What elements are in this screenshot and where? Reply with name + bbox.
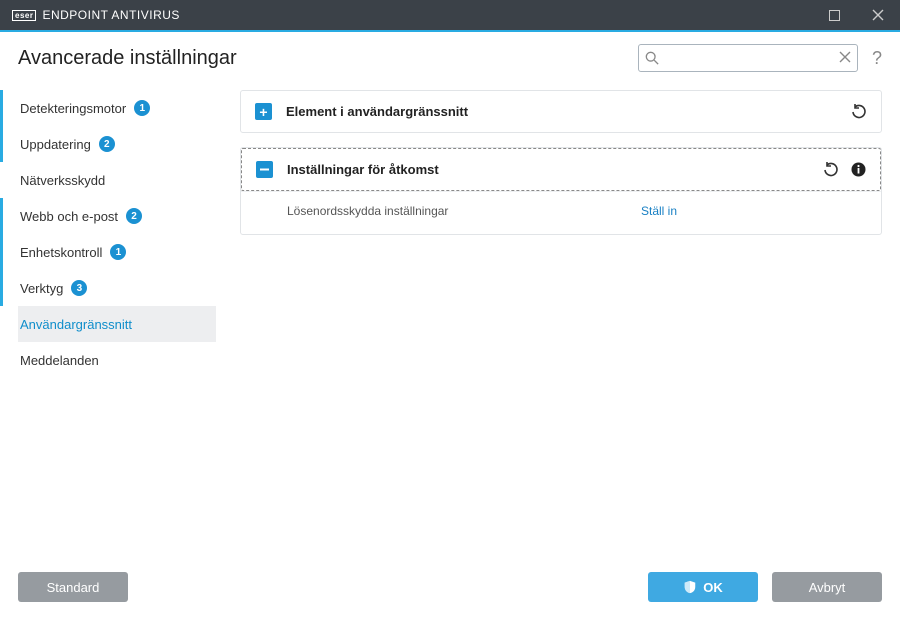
sidebar: Detekteringsmotor 1 Uppdatering 2 Nätverkssk… [18,80,216,578]
close-button[interactable] [856,0,900,30]
window-titlebar: eser ENDPOINT ANTIVIRUS [0,0,900,30]
sidebar-item-6[interactable]: Användargränssnitt [18,306,216,342]
sidebar-item-label: Webb och e-post [20,209,118,224]
sidebar-item-label: Nätverksskydd [20,173,105,188]
shield-icon [683,580,697,594]
panel-access-header[interactable]: Inställningar för åtkomst [241,148,881,191]
sidebar-badge: 1 [134,100,150,116]
default-button[interactable]: Standard [18,572,128,602]
main-content: + Element i användargränssnitt Inställni… [216,80,882,578]
sidebar-item-label: Användargränssnitt [20,317,132,332]
sidebar-item-4[interactable]: Enhetskontroll 1 [18,234,216,270]
ok-label: OK [703,580,723,595]
panel-access-title: Inställningar för åtkomst [287,162,823,177]
search-input[interactable] [659,51,839,65]
sidebar-item-label: Uppdatering [20,137,91,152]
maximize-button[interactable] [812,0,856,30]
sidebar-item-label: Meddelanden [20,353,99,368]
panel-ui-elements-header[interactable]: + Element i användargränssnitt [241,91,881,132]
revert-icon [851,104,867,120]
sidebar-item-1[interactable]: Uppdatering 2 [18,126,216,162]
sidebar-item-5[interactable]: Verktyg 3 [18,270,216,306]
sidebar-badge: 2 [126,208,142,224]
search-icon [645,51,659,65]
revert-button[interactable] [823,162,839,178]
sidebar-item-label: Detekteringsmotor [20,101,126,116]
info-button[interactable] [851,162,866,177]
page-title: Avancerade inställningar [18,47,237,70]
info-icon [851,162,866,177]
collapse-icon [256,161,273,178]
clear-search-icon[interactable] [839,50,851,67]
panel-access-body: Lösenordsskydda inställningar Ställ in [241,191,881,234]
sidebar-item-7[interactable]: Meddelanden [18,342,216,378]
panel-access-settings: Inställningar för åtkomst Lösenordsskydd… [240,147,882,235]
brand-box: eser [12,10,36,21]
ok-button[interactable]: OK [648,572,758,602]
close-icon [872,9,884,21]
revert-icon [823,162,839,178]
password-set-link[interactable]: Ställ in [641,204,677,218]
panel-ui-elements-title: Element i användargränssnitt [286,104,851,119]
help-button[interactable]: ? [872,48,882,69]
sidebar-badge: 3 [71,280,87,296]
maximize-icon [829,10,840,21]
search-field[interactable] [638,44,858,72]
panel-ui-elements: + Element i användargränssnitt [240,90,882,133]
password-protect-label: Lösenordsskydda inställningar [287,204,641,218]
sidebar-badge: 2 [99,136,115,152]
revert-button[interactable] [851,104,867,120]
sidebar-item-2[interactable]: Nätverksskydd [18,162,216,198]
app-brand: eser ENDPOINT ANTIVIRUS [12,8,180,22]
sidebar-item-3[interactable]: Webb och e-post 2 [18,198,216,234]
expand-icon: + [255,103,272,120]
password-protect-row: Lösenordsskydda inställningar Ställ in [287,200,865,222]
sidebar-item-label: Verktyg [20,281,63,296]
dialog-footer: Standard OK Avbryt [0,560,900,620]
page-header: Avancerade inställningar ? [0,32,900,80]
sidebar-item-label: Enhetskontroll [20,245,102,260]
cancel-button[interactable]: Avbryt [772,572,882,602]
sidebar-item-0[interactable]: Detekteringsmotor 1 [18,90,216,126]
sidebar-badge: 1 [110,244,126,260]
brand-text: ENDPOINT ANTIVIRUS [42,8,179,22]
